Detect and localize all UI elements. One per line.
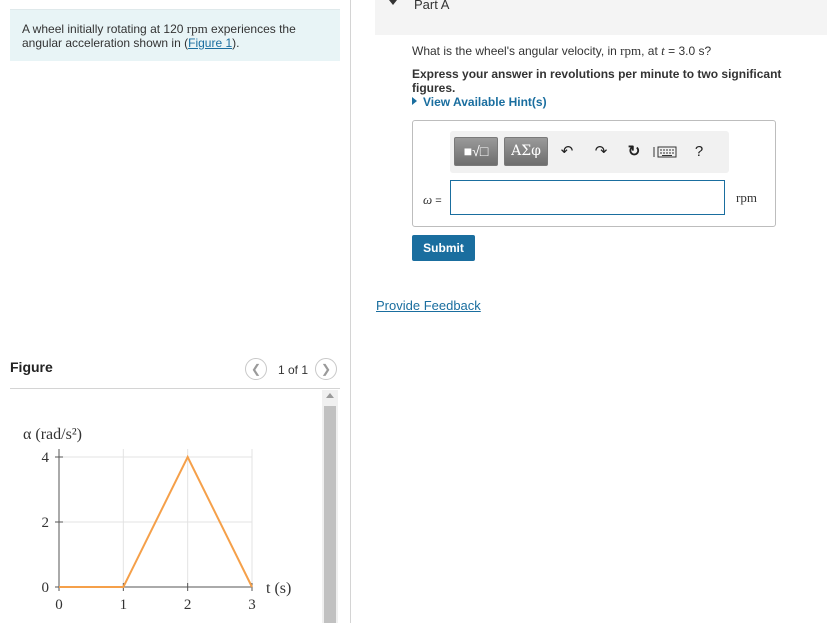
y-tick-label: 4 bbox=[42, 450, 50, 466]
figure-title: Figure bbox=[10, 359, 53, 375]
scroll-thumb[interactable] bbox=[324, 406, 336, 623]
provide-feedback-link[interactable]: Provide Feedback bbox=[376, 298, 481, 313]
left-pane: A wheel initially rotating at 120 rpm ex… bbox=[0, 0, 350, 623]
question-end: = 3.0 s? bbox=[664, 44, 712, 58]
figure-scrollbar[interactable] bbox=[322, 390, 338, 623]
x-tick-label: 1 bbox=[120, 597, 128, 613]
undo-icon[interactable]: ↶ bbox=[556, 141, 578, 163]
answer-box: ■√□ ΑΣφ ↶ ↷ ↻ ? ω = rpm bbox=[412, 120, 776, 227]
chevron-right-icon: ❯ bbox=[320, 362, 332, 376]
question-mid: , at bbox=[641, 44, 662, 58]
x-tick-label: 0 bbox=[55, 597, 63, 613]
problem-statement: A wheel initially rotating at 120 rpm ex… bbox=[10, 9, 340, 61]
redo-icon[interactable]: ↷ bbox=[590, 141, 612, 163]
y-tick-label: 2 bbox=[42, 515, 50, 531]
equals-sign: = bbox=[432, 195, 442, 207]
keyboard-icon[interactable] bbox=[652, 141, 678, 163]
right-pane: Part A What is the wheel's angular veloc… bbox=[351, 0, 827, 623]
submit-button[interactable]: Submit bbox=[412, 235, 475, 261]
greek-symbols-button[interactable]: ΑΣφ bbox=[504, 137, 548, 166]
chevron-left-icon: ❮ bbox=[250, 362, 262, 376]
acceleration-chart: 0 2 4 0 1 2 3 α (rad/s²) t (s) bbox=[23, 426, 291, 613]
y-tick-label: 0 bbox=[42, 580, 50, 596]
part-a-label: Part A bbox=[414, 0, 450, 12]
problem-text-start: A wheel initially rotating at 120 bbox=[22, 22, 187, 36]
omega-symbol: ω bbox=[423, 192, 433, 207]
previous-figure-button[interactable]: ❮ bbox=[245, 358, 267, 380]
expand-triangle-icon bbox=[412, 97, 417, 105]
question-text: What is the wheel's angular velocity, in… bbox=[412, 43, 711, 59]
figure-pager: 1 of 1 bbox=[278, 363, 309, 377]
x-axis-label: t (s) bbox=[266, 580, 291, 597]
x-tick-label: 3 bbox=[248, 597, 256, 613]
x-tick-label: 2 bbox=[184, 597, 192, 613]
question-unit: rpm bbox=[620, 43, 642, 58]
scroll-up-arrow-icon[interactable] bbox=[326, 393, 334, 398]
problem-text-end: ). bbox=[232, 36, 240, 50]
templates-button[interactable]: ■√□ bbox=[454, 137, 498, 166]
reset-icon[interactable]: ↻ bbox=[623, 141, 645, 163]
part-a-header[interactable]: Part A bbox=[375, 0, 827, 35]
y-axis-label: α (rad/s²) bbox=[23, 426, 82, 443]
answer-instruction: Express your answer in revolutions per m… bbox=[412, 67, 782, 95]
help-button[interactable]: ? bbox=[688, 141, 710, 163]
hint-label: View Available Hint(s) bbox=[423, 95, 547, 109]
answer-input[interactable] bbox=[450, 180, 725, 215]
collapse-caret-icon[interactable] bbox=[389, 0, 397, 5]
view-hints-link[interactable]: View Available Hint(s) bbox=[412, 95, 547, 109]
answer-unit: rpm bbox=[736, 190, 757, 205]
figure-header: Figure ❮ 1 of 1 ❯ bbox=[10, 356, 340, 389]
math-toolbar: ■√□ ΑΣφ ↶ ↷ ↻ ? bbox=[450, 131, 729, 173]
problem-rpm: rpm bbox=[186, 21, 208, 36]
question-start: What is the wheel's angular velocity, in bbox=[412, 44, 621, 58]
omega-label: ω = bbox=[423, 192, 442, 208]
next-figure-button[interactable]: ❯ bbox=[315, 358, 337, 380]
figure-link[interactable]: Figure 1 bbox=[188, 36, 232, 50]
